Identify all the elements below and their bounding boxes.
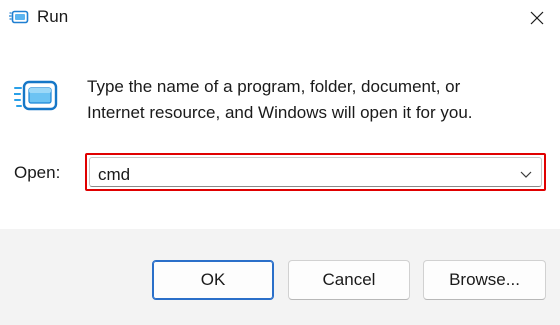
- open-combobox[interactable]: [85, 153, 546, 191]
- combobox-frame: [89, 157, 542, 187]
- button-bar: OK Cancel Browse...: [0, 229, 560, 325]
- run-app-icon: [9, 10, 29, 24]
- run-dialog: Run Type the name of a program, folder, …: [0, 0, 560, 325]
- open-input[interactable]: [98, 165, 488, 185]
- close-button[interactable]: [514, 0, 560, 36]
- cancel-button[interactable]: Cancel: [288, 260, 410, 300]
- description-line-1: Type the name of a program, folder, docu…: [87, 77, 461, 96]
- window-title: Run: [37, 7, 69, 26]
- description-text: Type the name of a program, folder, docu…: [87, 74, 547, 126]
- browse-button[interactable]: Browse...: [423, 260, 546, 300]
- run-dialog-icon: [14, 80, 58, 111]
- open-label: Open:: [14, 163, 61, 182]
- close-icon: [530, 11, 544, 25]
- ok-button[interactable]: OK: [152, 260, 274, 300]
- description-line-2: Internet resource, and Windows will open…: [87, 103, 473, 122]
- chevron-down-icon[interactable]: [520, 169, 532, 179]
- title-bar: Run: [0, 0, 560, 38]
